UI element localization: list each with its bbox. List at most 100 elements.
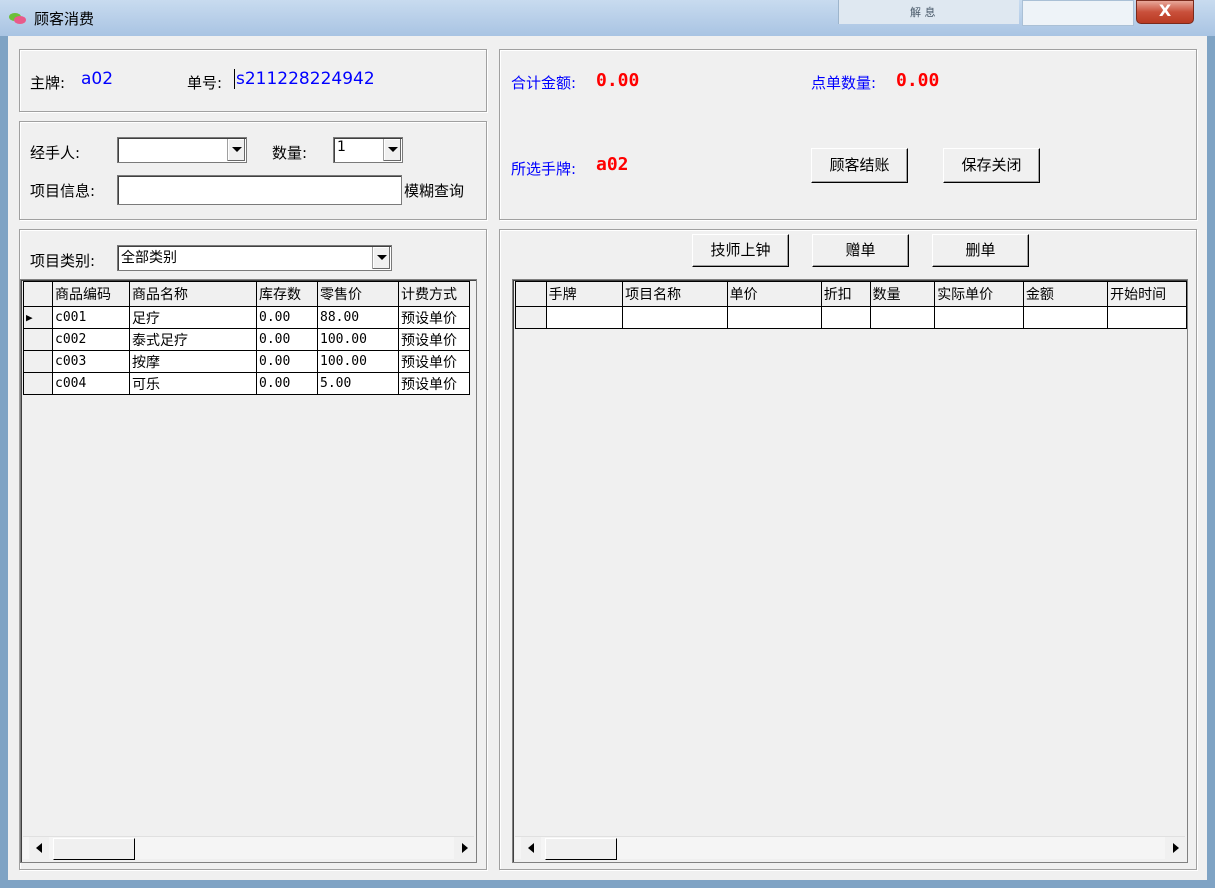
catalog-group: 项目类别: 全部类别 商品编码 商品名称 库存数 零售价 计费方式 ▶ c001…: [19, 229, 487, 870]
cell-price[interactable]: 88.00: [317, 306, 399, 329]
cell-empty[interactable]: [726, 306, 822, 329]
category-label: 项目类别:: [30, 252, 96, 270]
handler-select[interactable]: [117, 137, 247, 163]
cell-billing[interactable]: 预设单价: [398, 350, 470, 373]
background-window-button: [1022, 0, 1134, 26]
row-indicator-header: [515, 281, 547, 307]
cell-stock[interactable]: 0.00: [256, 306, 318, 329]
scroll-right-arrow-icon[interactable]: [1165, 837, 1185, 859]
cell-stock[interactable]: 0.00: [256, 350, 318, 373]
cell-stock[interactable]: 0.00: [256, 328, 318, 351]
cell-stock[interactable]: 0.00: [256, 372, 318, 395]
col-header-actual-price[interactable]: 实际单价: [934, 281, 1024, 307]
col-header-item-name[interactable]: 项目名称: [622, 281, 728, 307]
summary-group: 合计金额: 0.00 点单数量: 0.00 所选手牌: a02 顾客结账 保存关…: [499, 49, 1197, 220]
col-header-code[interactable]: 商品编码: [52, 281, 130, 307]
quantity-select[interactable]: 1: [333, 137, 403, 163]
cell-empty[interactable]: [545, 306, 624, 329]
cell-name[interactable]: 可乐: [129, 372, 257, 395]
col-header-billing[interactable]: 计费方式: [398, 281, 470, 307]
current-row-pointer-icon: ▶: [23, 306, 53, 329]
cell-name[interactable]: 足疗: [129, 306, 257, 329]
cell-name[interactable]: 按摩: [129, 350, 257, 373]
total-amount-value: 0.00: [596, 70, 640, 91]
table-row[interactable]: c004 可乐 0.00 5.00 预设单价: [23, 372, 470, 395]
row-indicator: [23, 328, 53, 351]
gift-order-button[interactable]: 赠单: [812, 234, 909, 267]
cell-code[interactable]: c004: [52, 372, 130, 395]
col-header-tag[interactable]: 手牌: [545, 281, 624, 307]
catalog-table: 商品编码 商品名称 库存数 零售价 计费方式 ▶ c001 足疗 0.00 88…: [23, 281, 470, 395]
order-header-row: 手牌 项目名称 单价 折扣 数量 实际单价 金额 开始时间: [515, 281, 1187, 307]
cell-price[interactable]: 100.00: [317, 328, 399, 351]
close-button[interactable]: X: [1136, 0, 1194, 24]
cell-billing[interactable]: 预设单价: [398, 306, 470, 329]
cell-price[interactable]: 100.00: [317, 350, 399, 373]
selected-tag-label: 所选手牌:: [511, 160, 577, 178]
chevron-down-icon[interactable]: [227, 139, 245, 161]
scroll-thumb[interactable]: [53, 838, 135, 860]
window-client-area: 主牌: a02 单号: s211228224942 合计金额: 0.00 点单数…: [8, 36, 1207, 880]
cell-empty[interactable]: [869, 306, 936, 329]
scroll-right-arrow-icon[interactable]: [454, 837, 474, 859]
col-header-name[interactable]: 商品名称: [129, 281, 257, 307]
table-row[interactable]: ▶ c001 足疗 0.00 88.00 预设单价: [23, 306, 470, 329]
order-no-value[interactable]: s211228224942: [234, 69, 375, 89]
col-header-discount[interactable]: 折扣: [820, 281, 871, 307]
col-header-unit-price[interactable]: 单价: [726, 281, 822, 307]
row-indicator: [23, 350, 53, 373]
item-info-label: 项目信息:: [30, 182, 96, 200]
cell-empty[interactable]: [1107, 306, 1187, 329]
catalog-horizontal-scrollbar[interactable]: [23, 836, 474, 860]
selected-tag-value: a02: [596, 154, 629, 175]
entry-form-group: 经手人: 数量: 1 项目信息: 模糊查询: [19, 121, 487, 220]
tech-start-button[interactable]: 技师上钟: [692, 234, 789, 267]
col-header-start-time[interactable]: 开始时间: [1107, 281, 1187, 307]
col-header-quantity[interactable]: 数量: [869, 281, 936, 307]
col-header-amount[interactable]: 金额: [1022, 281, 1109, 307]
cell-code[interactable]: c002: [52, 328, 130, 351]
cell-empty[interactable]: [622, 306, 728, 329]
scroll-thumb[interactable]: [545, 838, 617, 860]
cell-billing[interactable]: 预设单价: [398, 372, 470, 395]
checkout-button[interactable]: 顾客结账: [811, 148, 908, 183]
cell-empty[interactable]: [1022, 306, 1109, 329]
cell-billing[interactable]: 预设单价: [398, 328, 470, 351]
save-close-button[interactable]: 保存关闭: [943, 148, 1040, 183]
header-group: 主牌: a02 单号: s211228224942: [19, 49, 487, 112]
row-indicator: [515, 306, 547, 329]
scroll-left-arrow-icon[interactable]: [521, 837, 541, 859]
quantity-value: 1: [337, 139, 346, 155]
delete-order-button[interactable]: 删单: [932, 234, 1029, 267]
col-header-stock[interactable]: 库存数: [256, 281, 318, 307]
order-horizontal-scrollbar[interactable]: [515, 836, 1185, 860]
main-tag-value: a02: [81, 69, 114, 89]
quantity-label: 数量:: [272, 144, 308, 162]
catalog-header-row: 商品编码 商品名称 库存数 零售价 计费方式: [23, 281, 470, 307]
chevron-down-icon[interactable]: [372, 247, 390, 269]
app-icon: [9, 13, 26, 24]
table-row[interactable]: c002 泰式足疗 0.00 100.00 预设单价: [23, 328, 470, 351]
order-table: 手牌 项目名称 单价 折扣 数量 实际单价 金额 开始时间: [515, 281, 1187, 329]
cell-empty[interactable]: [934, 306, 1024, 329]
cell-empty[interactable]: [820, 306, 871, 329]
catalog-grid[interactable]: 商品编码 商品名称 库存数 零售价 计费方式 ▶ c001 足疗 0.00 88…: [20, 279, 477, 863]
cell-code[interactable]: c001: [52, 306, 130, 329]
main-tag-label: 主牌:: [30, 74, 66, 92]
scroll-left-arrow-icon[interactable]: [29, 837, 49, 859]
row-indicator-header: [23, 281, 53, 307]
order-grid[interactable]: 手牌 项目名称 单价 折扣 数量 实际单价 金额 开始时间: [512, 279, 1188, 863]
cell-name[interactable]: 泰式足疗: [129, 328, 257, 351]
fuzzy-search-label[interactable]: 模糊查询: [404, 180, 464, 201]
item-info-input[interactable]: [117, 175, 402, 205]
cell-code[interactable]: c003: [52, 350, 130, 373]
chevron-down-icon[interactable]: [383, 139, 401, 161]
cell-price[interactable]: 5.00: [317, 372, 399, 395]
table-row-new[interactable]: [515, 306, 1187, 329]
order-qty-value: 0.00: [896, 70, 940, 91]
background-window-text: 解 息: [910, 6, 936, 19]
col-header-price[interactable]: 零售价: [317, 281, 399, 307]
order-qty-label: 点单数量:: [811, 74, 877, 92]
category-select[interactable]: 全部类别: [117, 245, 392, 271]
table-row[interactable]: c003 按摩 0.00 100.00 预设单价: [23, 350, 470, 373]
